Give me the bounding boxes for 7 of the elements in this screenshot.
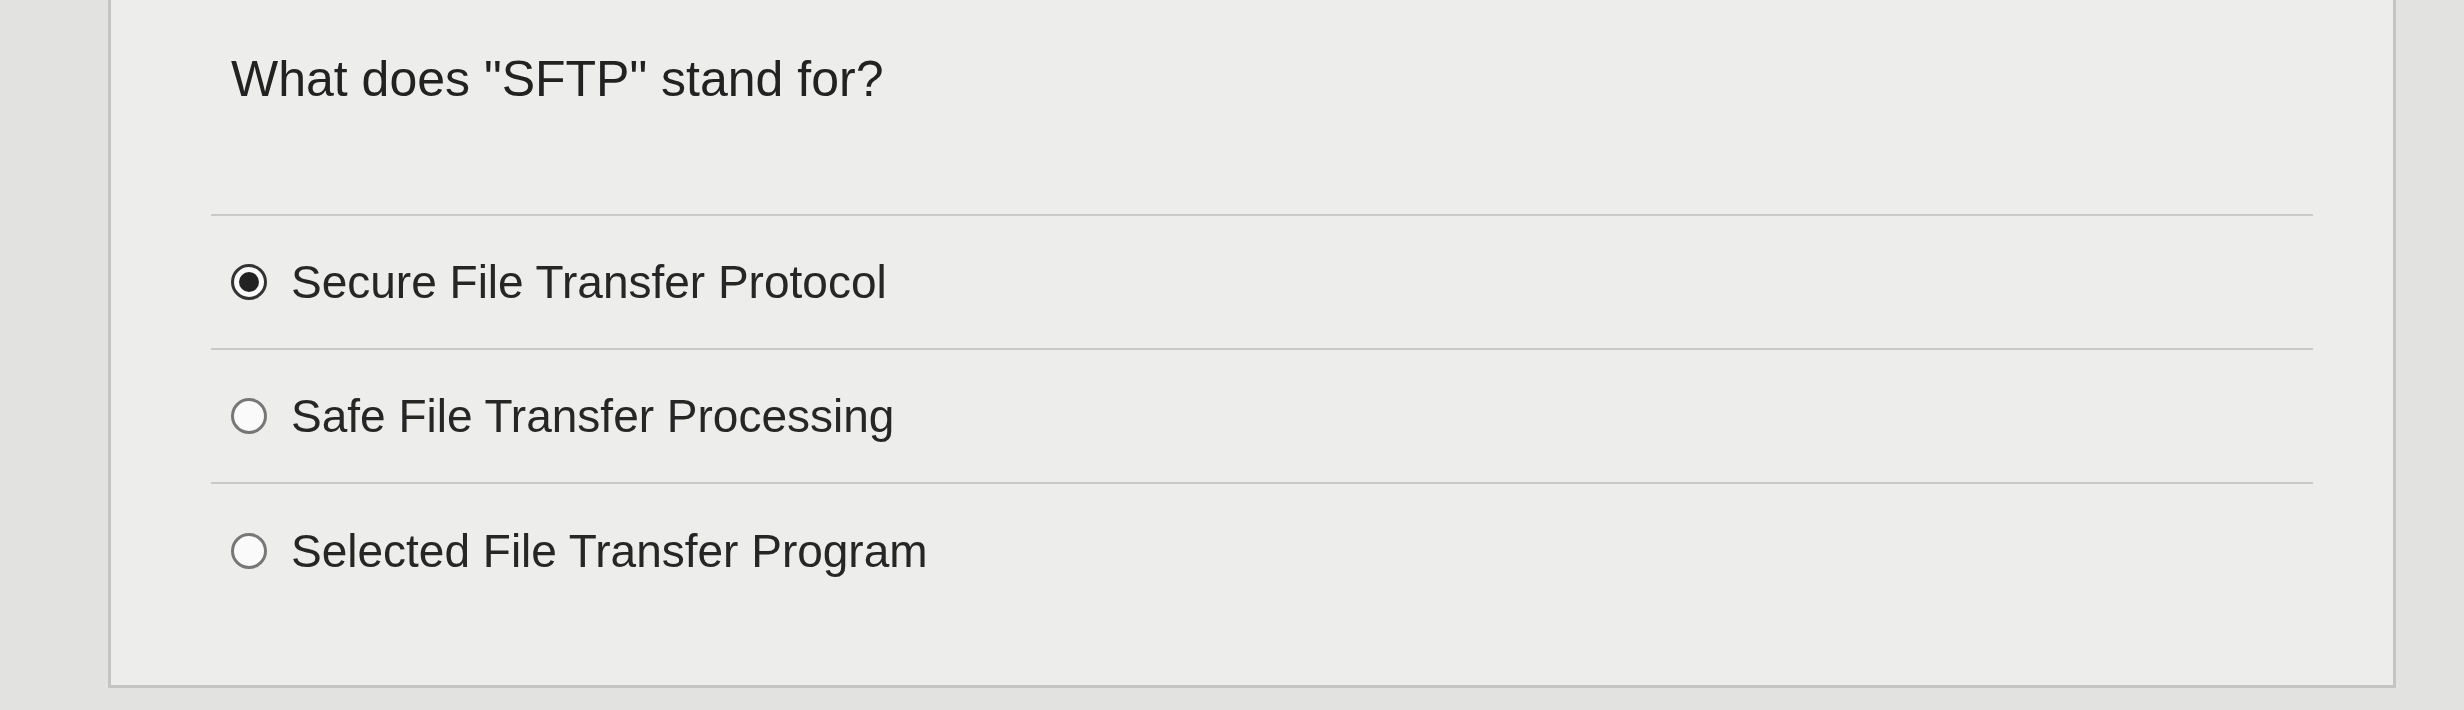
option-label: Selected File Transfer Program: [291, 524, 928, 578]
question-text: What does "SFTP" stand for?: [211, 50, 2313, 216]
radio-button[interactable]: [231, 264, 267, 300]
radio-button[interactable]: [231, 398, 267, 434]
option-label: Safe File Transfer Processing: [291, 389, 895, 443]
option-label: Secure File Transfer Protocol: [291, 255, 887, 309]
radio-button[interactable]: [231, 533, 267, 569]
